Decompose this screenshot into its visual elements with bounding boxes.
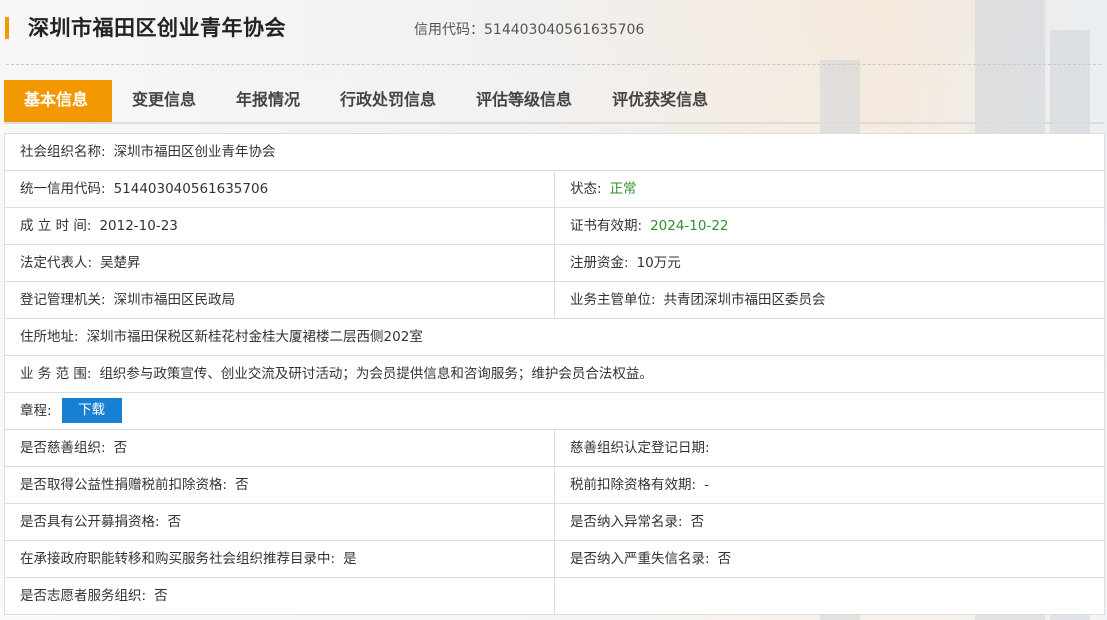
- established-value: 2012-10-23: [99, 218, 178, 234]
- table-row: 在承接政府职能转移和购买服务社会组织推荐目录中: 是 是否纳入严重失信名录: 否: [5, 541, 1104, 578]
- field-label: 是否纳入异常名录:: [570, 514, 683, 530]
- uscc-cell: 统一信用代码: 514403040561635706: [5, 171, 555, 207]
- capital-value: 10万元: [636, 255, 681, 271]
- charity-value: 否: [113, 440, 128, 456]
- table-row: 业 务 范 围: 组织参与政策宣传、创业交流及研讨活动；为会员提供信息和咨询服务；…: [5, 356, 1104, 393]
- title-accent-bar: [5, 17, 9, 39]
- basic-info-table: 社会组织名称: 深圳市福田区创业青年协会 统一信用代码: 5144030405616…: [4, 133, 1105, 615]
- scope-value: 组织参与政策宣传、创业交流及研讨活动；为会员提供信息和咨询服务；维护会员合法权益…: [99, 366, 653, 382]
- field-label: 税前扣除资格有效期:: [570, 477, 697, 493]
- field-label: 业 务 范 围:: [20, 366, 92, 382]
- table-row: 是否慈善组织: 否 慈善组织认定登记日期:: [5, 430, 1104, 467]
- public-fund-cell: 是否具有公开募捐资格: 否: [5, 504, 555, 540]
- tab-admin-penalty[interactable]: 行政处罚信息: [320, 80, 456, 122]
- field-label: 社会组织名称:: [20, 144, 106, 160]
- field-label: 成 立 时 间:: [20, 218, 92, 234]
- registrar-value: 深圳市福田区民政局: [113, 292, 236, 308]
- address-value: 深圳市福田保税区新桂花村金桂大厦裙楼二层西侧202室: [86, 329, 423, 345]
- credit-code-value: 514403040561635706: [484, 22, 645, 38]
- registrar-cell: 登记管理机关: 深圳市福田区民政局: [5, 282, 555, 318]
- field-label: 是否取得公益性捐赠税前扣除资格:: [20, 477, 228, 493]
- page-title: 深圳市福田区创业青年协会: [28, 16, 286, 40]
- established-cell: 成 立 时 间: 2012-10-23: [5, 208, 555, 244]
- tab-change-info[interactable]: 变更信息: [112, 80, 216, 122]
- field-label: 业务主管单位:: [570, 292, 656, 308]
- field-label: 法定代表人:: [20, 255, 93, 271]
- tab-annual-report[interactable]: 年报情况: [216, 80, 320, 122]
- gov-service-cell: 在承接政府职能转移和购买服务社会组织推荐目录中: 是: [5, 541, 555, 577]
- credit-code: 信用代码：514403040561635706: [414, 19, 644, 39]
- tax-deduct-cell: 是否取得公益性捐赠税前扣除资格: 否: [5, 467, 555, 503]
- field-label: 登记管理机关:: [20, 292, 106, 308]
- field-label: 状态:: [570, 181, 602, 197]
- tab-basic-info[interactable]: 基本信息: [4, 80, 112, 122]
- gov-service-value: 是: [343, 551, 357, 567]
- supervisor-cell: 业务主管单位: 共青团深圳市福田区委员会: [555, 282, 1104, 318]
- abnormal-list-value: 否: [690, 514, 705, 530]
- field-label: 证书有效期:: [570, 218, 643, 234]
- legal-rep-value: 吴楚昇: [100, 255, 141, 271]
- table-row: 社会组织名称: 深圳市福田区创业青年协会: [5, 134, 1104, 171]
- charity-cell: 是否慈善组织: 否: [5, 430, 555, 466]
- tab-underline: [4, 122, 1104, 124]
- field-label: 在承接政府职能转移和购买服务社会组织推荐目录中:: [20, 551, 336, 567]
- cert-valid-value: 2024-10-22: [650, 218, 729, 234]
- table-row: 是否具有公开募捐资格: 否 是否纳入异常名录: 否: [5, 504, 1104, 541]
- table-row: 住所地址: 深圳市福田保税区新桂花村金桂大厦裙楼二层西侧202室: [5, 319, 1104, 356]
- org-name-value: 深圳市福田区创业青年协会: [113, 144, 276, 160]
- table-row: 章程: 下载: [5, 393, 1104, 430]
- table-row: 法定代表人: 吴楚昇 注册资金: 10万元: [5, 245, 1104, 282]
- status-value: 正常: [609, 181, 637, 197]
- legal-rep-cell: 法定代表人: 吴楚昇: [5, 245, 555, 281]
- field-label: 是否志愿者服务组织:: [20, 588, 147, 604]
- tab-evaluation-grade[interactable]: 评估等级信息: [456, 80, 592, 122]
- table-row: 是否取得公益性捐赠税前扣除资格: 否 税前扣除资格有效期: -: [5, 467, 1104, 504]
- status-cell: 状态: 正常: [555, 171, 1104, 207]
- public-fund-value: 否: [167, 514, 182, 530]
- page-header: 深圳市福田区创业青年协会 信用代码：514403040561635706: [0, 0, 1107, 56]
- header-divider: [6, 64, 1101, 65]
- org-name-cell: 社会组织名称: 深圳市福田区创业青年协会: [5, 134, 1104, 170]
- credit-code-label: 信用代码：: [414, 22, 484, 38]
- field-label: 注册资金:: [570, 255, 629, 271]
- uscc-value: 514403040561635706: [113, 181, 269, 197]
- volunteer-value: 否: [154, 588, 168, 604]
- volunteer-cell: 是否志愿者服务组织: 否: [5, 578, 555, 614]
- tax-valid-value: -: [704, 477, 709, 493]
- abnormal-list-cell: 是否纳入异常名录: 否: [555, 504, 1104, 540]
- scope-cell: 业 务 范 围: 组织参与政策宣传、创业交流及研讨活动；为会员提供信息和咨询服务；…: [5, 356, 1104, 392]
- tab-awards[interactable]: 评优获奖信息: [592, 80, 728, 122]
- tax-valid-cell: 税前扣除资格有效期: -: [555, 467, 1104, 503]
- field-label: 统一信用代码:: [20, 181, 106, 197]
- cert-valid-cell: 证书有效期: 2024-10-22: [555, 208, 1104, 244]
- dishonest-list-value: 否: [717, 551, 732, 567]
- charity-date-cell: 慈善组织认定登记日期:: [555, 430, 1104, 466]
- empty-cell: [555, 578, 1104, 614]
- tax-deduct-value: 否: [235, 477, 249, 493]
- field-label: 是否纳入严重失信名录:: [570, 551, 710, 567]
- charter-cell: 章程: 下载: [5, 393, 1104, 429]
- field-label: 是否慈善组织:: [20, 440, 106, 456]
- dishonest-list-cell: 是否纳入严重失信名录: 否: [555, 541, 1104, 577]
- table-row: 统一信用代码: 514403040561635706 状态: 正常: [5, 171, 1104, 208]
- table-row: 是否志愿者服务组织: 否: [5, 578, 1104, 614]
- table-row: 成 立 时 间: 2012-10-23 证书有效期: 2024-10-22: [5, 208, 1104, 245]
- table-row: 登记管理机关: 深圳市福田区民政局 业务主管单位: 共青团深圳市福田区委员会: [5, 282, 1104, 319]
- field-label: 章程:: [20, 403, 52, 419]
- field-label: 住所地址:: [20, 329, 79, 345]
- field-label: 是否具有公开募捐资格:: [20, 514, 160, 530]
- address-cell: 住所地址: 深圳市福田保税区新桂花村金桂大厦裙楼二层西侧202室: [5, 319, 1104, 355]
- field-label: 慈善组织认定登记日期:: [570, 440, 710, 456]
- supervisor-value: 共青团深圳市福田区委员会: [663, 292, 826, 308]
- tab-bar: 基本信息 变更信息 年报情况 行政处罚信息 评估等级信息 评优获奖信息: [4, 80, 728, 122]
- download-charter-button[interactable]: 下载: [61, 397, 122, 423]
- capital-cell: 注册资金: 10万元: [555, 245, 1104, 281]
